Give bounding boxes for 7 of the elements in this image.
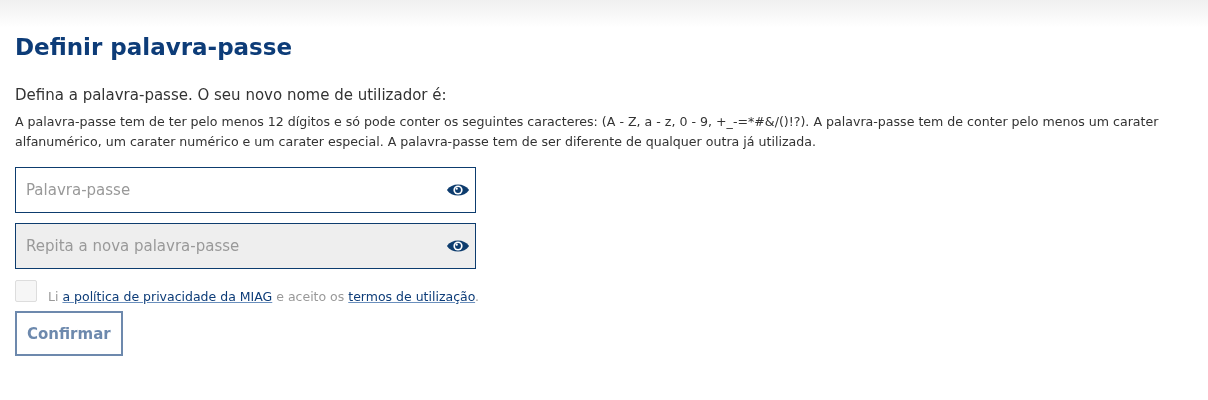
eye-icon[interactable] <box>446 238 470 254</box>
password-rules-text: A palavra-passe tem de ter pelo menos 12 dígitos e só pode conter os seguintes caracteres: (A - Z, a - z, 0 - 9, +_-=*#&/()!?). A palavra-passe tem de conter pelo menos um carater alfanumérico, um carater numérico e um carater especial. A palavra-passe tem de ser diferente de qualquer outra já utilizada. <box>15 113 1160 151</box>
page-title: Definir palavra-passe <box>15 34 294 60</box>
consent-text: Li a política de privacidade da MIAG e aceito os termos de utilização. <box>48 289 480 304</box>
eye-icon[interactable] <box>446 182 470 198</box>
password-field[interactable]: Palavra-passe <box>15 167 476 213</box>
intro-text: Defina a palavra-passe. O seu novo nome de utilizador é: <box>15 86 448 104</box>
